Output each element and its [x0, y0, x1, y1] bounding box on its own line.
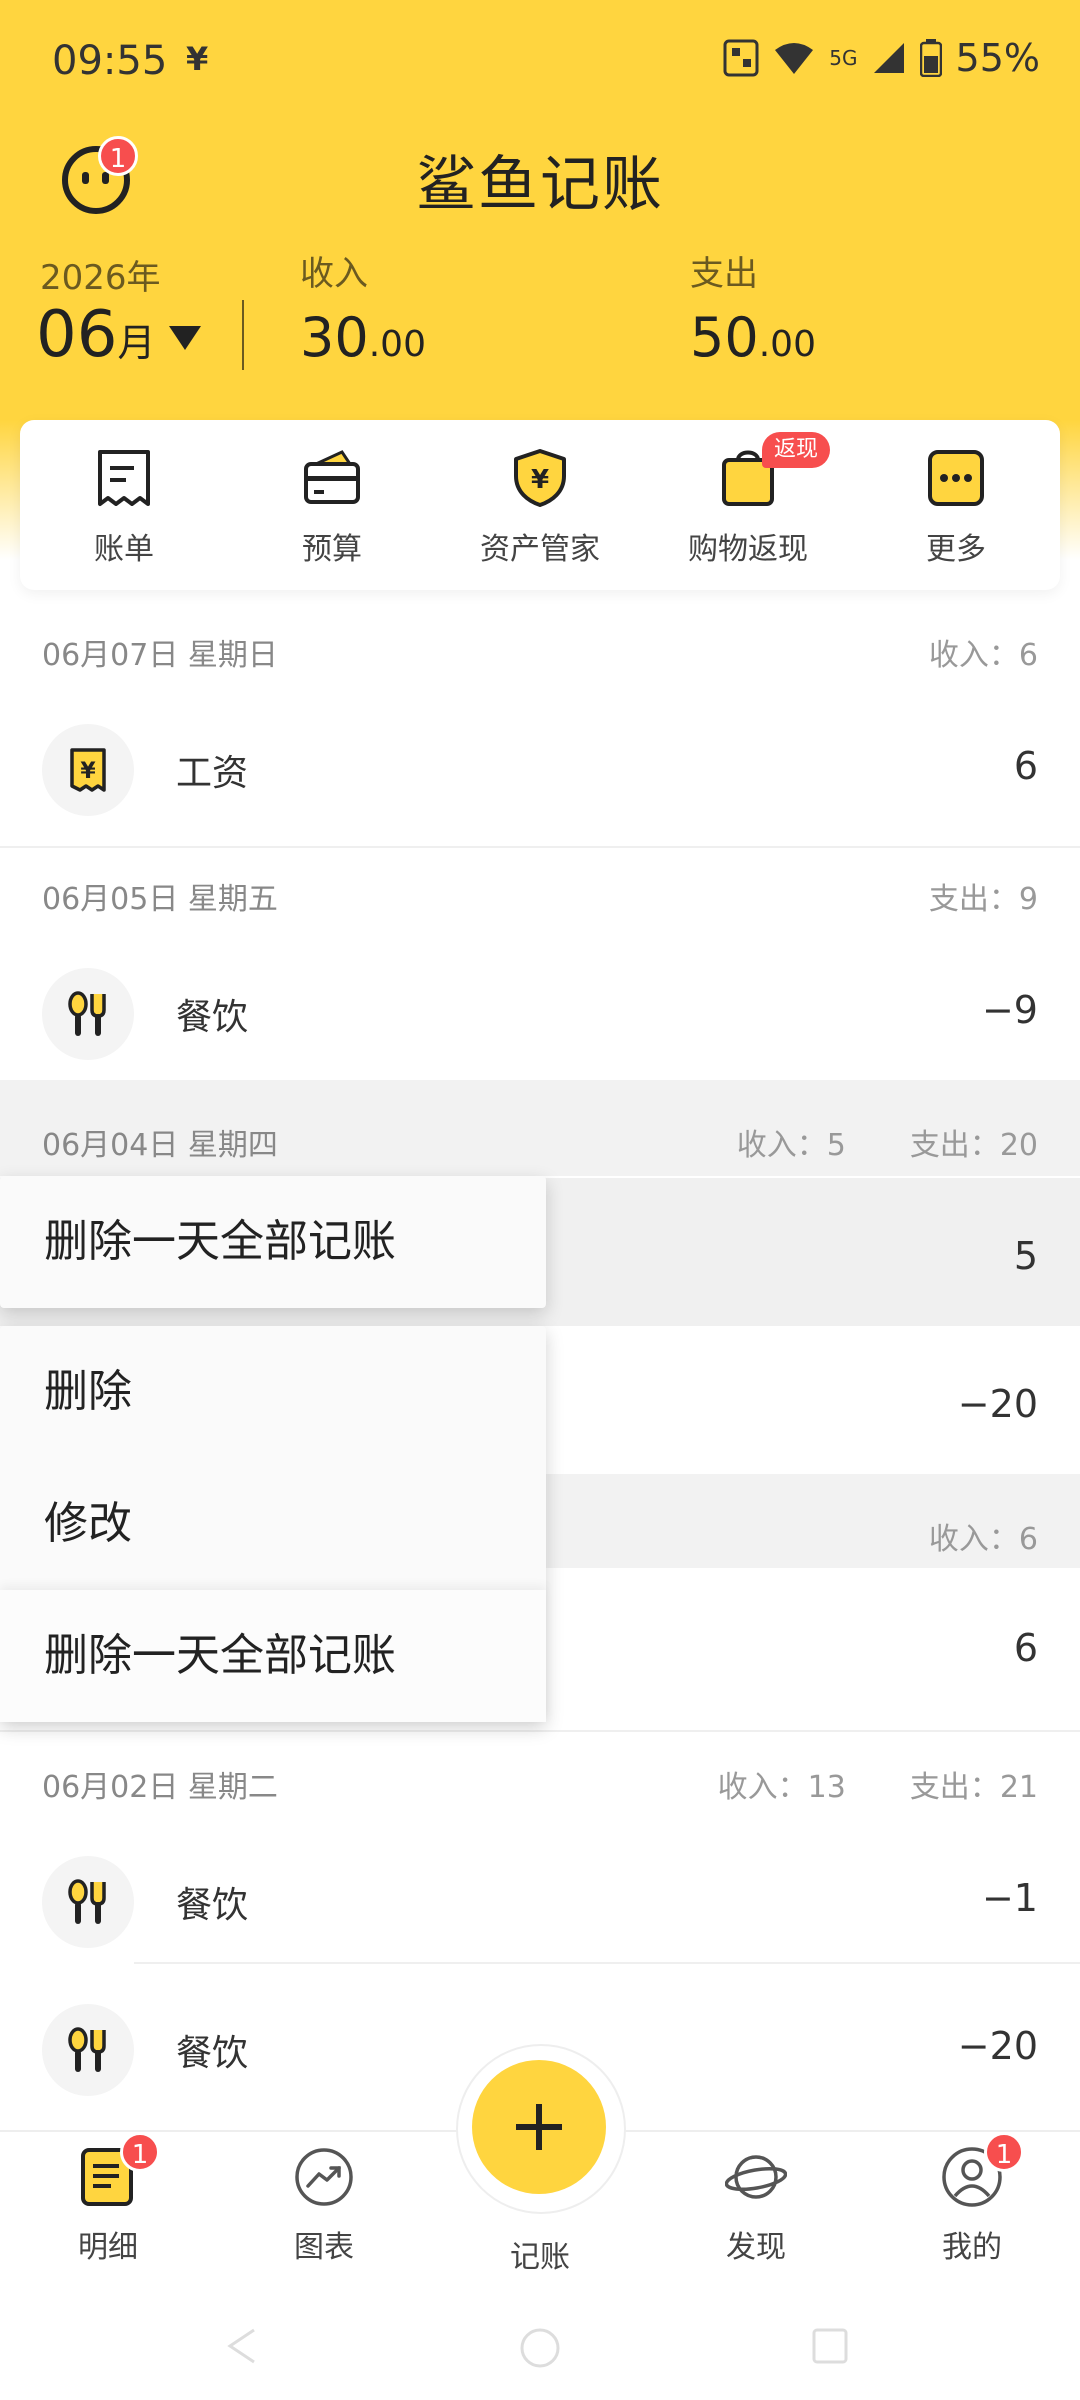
status-bar: 09:55 ¥ 5G 55%: [0, 0, 1080, 120]
wallet-icon: [302, 448, 362, 508]
income-label: 收入: [300, 254, 368, 294]
battery-percent: 55%: [955, 36, 1040, 80]
detail-badge: 1: [120, 2132, 160, 2172]
list-item[interactable]: ¥ 工资 6: [0, 688, 1080, 836]
delete-menu-item[interactable]: 删除: [0, 1326, 546, 1458]
divider: [0, 1730, 1080, 1732]
dining-icon: [42, 968, 134, 1060]
delete-day-menu-item-2[interactable]: 删除一天全部记账: [0, 1590, 546, 1722]
signal-icon: [873, 43, 904, 73]
dropdown-triangle-icon: [169, 326, 202, 351]
expense-label: 支出: [690, 254, 758, 294]
app-title: 鲨鱼记账: [416, 150, 664, 220]
salary-icon: ¥: [42, 724, 134, 816]
list-item[interactable]: 餐饮 −9: [0, 932, 1080, 1080]
status-icons: 5G 55%: [723, 36, 1040, 80]
battery-icon: [919, 39, 942, 77]
chart-icon: [293, 2146, 355, 2208]
day-summary: 支出：9: [928, 882, 1038, 917]
planet-icon: [724, 2146, 788, 2208]
day-date: 06月04日 星期四: [42, 1128, 278, 1163]
day-header: 06月07日 星期日 收入：6: [0, 604, 1080, 688]
list-item[interactable]: 餐饮 −1: [0, 1820, 1080, 1968]
day-date: 06月05日 星期五: [42, 882, 278, 917]
day-header: 06月02日 星期二 收入：13 支出：21: [0, 1736, 1080, 1820]
day-header: 06月04日 星期四 收入：5 支出：20: [0, 1094, 1080, 1176]
day-summary: 收入：13 支出：21: [717, 1770, 1038, 1805]
status-time: 09:55: [52, 38, 168, 84]
day-date: 06月07日 星期日: [42, 638, 278, 673]
network-label: 5G: [829, 46, 858, 70]
sim-icon: [723, 39, 759, 77]
add-record-button[interactable]: [472, 2060, 606, 2194]
shortcut-more[interactable]: 更多: [856, 448, 1056, 568]
day-summary: 收入：6: [928, 638, 1038, 673]
day-header: 06月05日 星期五 支出：9: [0, 848, 1080, 932]
context-menu-top: 删除一天全部记账: [0, 1176, 546, 1308]
shortcut-asset-manager[interactable]: ¥ 资产管家: [440, 448, 640, 568]
year-label[interactable]: 2026年: [40, 250, 161, 299]
expense-amount: 50.00: [690, 306, 816, 369]
income-amount: 30.00: [300, 306, 426, 369]
recents-icon[interactable]: [810, 2326, 850, 2366]
system-nav-bar: [0, 2310, 1080, 2400]
tab-detail[interactable]: 明细: [0, 2146, 216, 2266]
shortcut-bill[interactable]: 账单: [24, 448, 224, 568]
month-selector[interactable]: 06月: [36, 298, 202, 372]
day-date: 06月02日 星期二: [42, 1770, 278, 1805]
wifi-icon: [775, 43, 814, 74]
tab-add[interactable]: 记账: [432, 2232, 648, 2276]
home-icon[interactable]: [518, 2326, 562, 2370]
context-menu: 删除 修改 删除一天全部记账: [0, 1326, 546, 1722]
month-value: 06: [36, 298, 118, 372]
shortcut-card: 账单 预算 ¥ 资产管家 购物返现 返现 更多: [20, 420, 1060, 590]
tab-profile[interactable]: 我的: [864, 2146, 1080, 2266]
header-divider: [242, 300, 244, 370]
shield-yen-icon: ¥: [510, 448, 570, 508]
day-summary: 收入：6: [928, 1522, 1038, 1557]
dining-icon: [42, 2004, 134, 2096]
more-icon: [926, 448, 986, 508]
tab-discover[interactable]: 发现: [648, 2146, 864, 2266]
edit-menu-item[interactable]: 修改: [0, 1458, 546, 1590]
tab-chart[interactable]: 图表: [216, 2146, 432, 2266]
month-unit: 月: [117, 321, 156, 365]
delete-day-menu-item[interactable]: 删除一天全部记账: [0, 1176, 546, 1308]
svg-text:¥: ¥: [80, 759, 96, 784]
section-gap: [0, 1080, 1080, 1094]
profile-badge: 1: [984, 2132, 1024, 2172]
yen-notification-icon: ¥: [186, 40, 209, 78]
cashback-badge: 返现: [762, 432, 831, 468]
day-summary: 收入：5 支出：20: [736, 1128, 1038, 1163]
svg-text:¥: ¥: [531, 465, 549, 495]
dining-icon: [42, 1856, 134, 1948]
bill-icon: [94, 448, 154, 508]
back-icon[interactable]: [224, 2326, 264, 2366]
shortcut-budget[interactable]: 预算: [232, 448, 432, 568]
divider: [134, 1962, 1080, 1964]
